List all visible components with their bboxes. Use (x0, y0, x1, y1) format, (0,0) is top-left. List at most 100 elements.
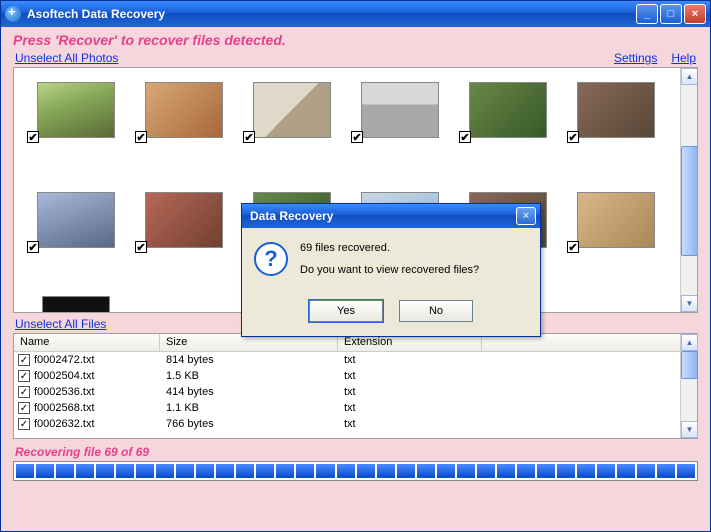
file-name: f0002536.txt (34, 386, 95, 398)
unselect-files-link[interactable]: Unselect All Files (15, 317, 106, 331)
progress-block (417, 464, 435, 478)
progress-block (176, 464, 194, 478)
file-checkbox[interactable]: ✓ (18, 418, 30, 430)
dialog-line2: Do you want to view recovered files? (300, 264, 479, 276)
file-row[interactable]: ✓f0002472.txt814 bytestxt (14, 352, 680, 368)
progress-block (497, 464, 515, 478)
progress-block (56, 464, 74, 478)
thumbnail-image (253, 82, 331, 138)
progress-block (637, 464, 655, 478)
file-row[interactable]: ✓ f0002632.txt 766 bytestxt (14, 416, 680, 432)
file-checkbox[interactable]: ✓ (18, 370, 30, 382)
photo-thumbnail[interactable]: ✔ (454, 76, 562, 186)
progress-block (437, 464, 455, 478)
window-title: Asoftech Data Recovery (27, 7, 636, 21)
file-extension: txt (338, 402, 482, 414)
file-name: f0002568.txt (34, 402, 95, 414)
photos-scrollbar[interactable]: ▲ ▼ (680, 68, 697, 312)
progress-block (397, 464, 415, 478)
photo-thumbnail[interactable]: ✔ (130, 76, 238, 186)
scroll-thumb[interactable] (681, 146, 698, 256)
progress-block (457, 464, 475, 478)
scroll-down-icon[interactable]: ▼ (681, 421, 698, 438)
file-extension: txt (338, 354, 482, 366)
file-size: 1.5 KB (160, 370, 338, 382)
thumbnail-checkbox[interactable]: ✔ (27, 241, 39, 253)
files-scrollbar[interactable]: ▲ ▼ (680, 334, 697, 438)
thumbnail-checkbox[interactable]: ✔ (27, 131, 39, 143)
thumbnail-image (469, 82, 547, 138)
file-extension: txt (338, 418, 482, 430)
file-row[interactable]: ✓ f0002568.txt 1.1 KBtxt (14, 400, 680, 416)
status-text: Recovering file 69 of 69 (15, 445, 696, 459)
progress-block (677, 464, 695, 478)
progress-block (216, 464, 234, 478)
dialog-close-button[interactable]: × (516, 207, 536, 225)
unselect-photos-link[interactable]: Unselect All Photos (15, 51, 118, 65)
file-row[interactable]: ✓f0002536.txt414 bytestxt (14, 384, 680, 400)
progress-block (196, 464, 214, 478)
scroll-up-icon[interactable]: ▲ (681, 334, 698, 351)
instruction-text: Press 'Recover' to recover files detecte… (1, 27, 710, 51)
dialog-title: Data Recovery (246, 209, 516, 223)
progress-block (357, 464, 375, 478)
file-checkbox[interactable]: ✓ (18, 386, 30, 398)
file-extension: txt (338, 386, 482, 398)
photo-thumbnail[interactable]: ✔ (562, 76, 670, 186)
file-checkbox[interactable]: ✓ (18, 354, 30, 366)
file-extension: txt (338, 370, 482, 382)
maximize-button[interactable]: □ (660, 4, 682, 24)
file-size: 766 bytes (160, 418, 338, 430)
progress-block (76, 464, 94, 478)
col-name[interactable]: Name (14, 334, 160, 351)
progress-block (256, 464, 274, 478)
file-checkbox[interactable]: ✓ (18, 402, 30, 414)
progress-block (557, 464, 575, 478)
progress-block (16, 464, 34, 478)
thumbnail-image (577, 82, 655, 138)
photo-thumbnail[interactable]: ✔ (22, 186, 130, 296)
progress-block (96, 464, 114, 478)
scroll-up-icon[interactable]: ▲ (681, 68, 698, 85)
app-icon (5, 6, 21, 22)
thumbnail-image (37, 192, 115, 248)
progress-block (136, 464, 154, 478)
photo-thumbnail[interactable] (22, 296, 130, 313)
photo-thumbnail[interactable]: ✔ (22, 76, 130, 186)
thumbnail-image (145, 192, 223, 248)
no-button[interactable]: No (399, 300, 473, 322)
photo-thumbnail[interactable]: ✔ (346, 76, 454, 186)
thumbnail-checkbox[interactable]: ✔ (567, 131, 579, 143)
photo-thumbnail[interactable]: ✔ (130, 186, 238, 296)
thumbnail-checkbox[interactable]: ✔ (135, 241, 147, 253)
file-size: 1.1 KB (160, 402, 338, 414)
settings-link[interactable]: Settings (614, 51, 657, 65)
question-icon: ? (254, 242, 288, 276)
help-link[interactable]: Help (671, 51, 696, 65)
thumbnail-image (361, 82, 439, 138)
file-name: f0002632.txt (34, 418, 95, 430)
progress-block (276, 464, 294, 478)
scroll-down-icon[interactable]: ▼ (681, 295, 698, 312)
close-button[interactable]: × (684, 4, 706, 24)
file-row[interactable]: ✓f0002504.txt1.5 KBtxt (14, 368, 680, 384)
progress-block (337, 464, 355, 478)
files-panel: Name Size Extension ✓f0002472.txt814 byt… (13, 333, 698, 439)
top-link-row: Unselect All Photos Settings Help (1, 51, 710, 67)
photo-thumbnail[interactable]: ✔ (562, 186, 670, 296)
minimize-button[interactable]: _ (636, 4, 658, 24)
thumbnail-checkbox[interactable]: ✔ (459, 131, 471, 143)
thumbnail-checkbox[interactable]: ✔ (351, 131, 363, 143)
thumbnail-checkbox[interactable]: ✔ (135, 131, 147, 143)
progress-block (577, 464, 595, 478)
progress-block (36, 464, 54, 478)
dialog-line1: 69 files recovered. (300, 242, 479, 254)
scroll-thumb[interactable] (681, 351, 698, 379)
yes-button[interactable]: Yes (309, 300, 383, 322)
file-name: f0002472.txt (34, 354, 95, 366)
photo-thumbnail[interactable]: ✔ (238, 76, 346, 186)
thumbnail-checkbox[interactable]: ✔ (567, 241, 579, 253)
progress-block (236, 464, 254, 478)
thumbnail-checkbox[interactable]: ✔ (243, 131, 255, 143)
window-buttons: _ □ × (636, 4, 706, 24)
